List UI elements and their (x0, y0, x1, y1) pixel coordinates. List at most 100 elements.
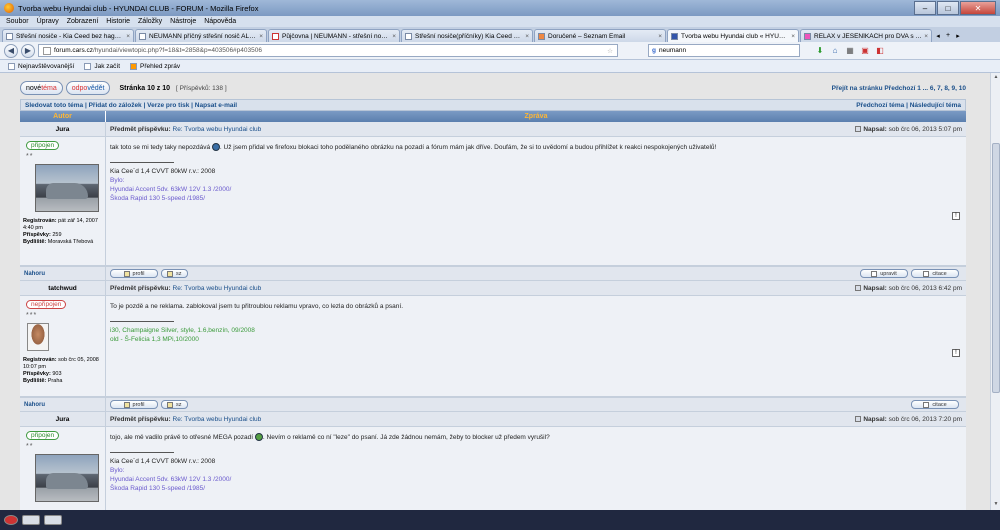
menu-napoveda[interactable]: Nápověda (204, 18, 236, 25)
author-column-header: Autor (20, 111, 106, 122)
signature: Kia Cee´d 1,4 CVVT 80kW r.v.: 2008 Bylo:… (110, 452, 962, 493)
edit-button[interactable]: upravit (860, 269, 908, 278)
topic-actions[interactable]: Sledovat toto téma | Přidat do záložek |… (25, 102, 237, 109)
post-date: Napsal: sob črc 06, 2013 5:07 pm (855, 126, 962, 133)
search-input[interactable]: g neumann (648, 44, 800, 57)
tab-scroll-right-icon[interactable]: ▸ (953, 29, 963, 42)
tab-close-icon[interactable]: × (392, 33, 396, 40)
post-count: [ Příspěvků: 138 ] (176, 84, 227, 92)
post-header: Předmět příspěvku: Re: Tvorba webu Hyund… (106, 281, 966, 296)
menu-nastroje[interactable]: Nástroje (170, 18, 196, 25)
pm-button[interactable]: sz (161, 400, 188, 409)
rss-icon (130, 62, 138, 70)
report-icon[interactable]: ! (952, 212, 960, 220)
browser-tab[interactable]: Doručené – Seznam Email × (534, 29, 666, 42)
download-icon[interactable]: ⬇ (814, 45, 826, 57)
tab-favicon-icon (671, 32, 678, 40)
author-details: Registrován: pát zář 14, 2007 4:40 pm Př… (23, 218, 98, 245)
forward-icon[interactable]: ▶ (21, 43, 35, 58)
pagination[interactable]: Přejít na stránku Předchozí 1 ... 6, 7, … (832, 85, 966, 92)
scrollbar-thumb[interactable] (992, 143, 1000, 393)
author-name[interactable]: Jura (20, 122, 105, 137)
scroll-down-icon[interactable]: ▼ (992, 501, 1000, 509)
page-scrollbar[interactable]: ▲ ▼ (990, 73, 1000, 510)
url-bar[interactable]: forum.cars.cz/hyundai/viewtopic.php?f=18… (38, 44, 618, 57)
post-header: Předmět příspěvku: Re: Tvorba webu Hyund… (106, 122, 966, 137)
menu-zalozky[interactable]: Záložky (138, 18, 162, 25)
browser-tab[interactable]: Střešní nosiče - Kia Ceed bez hagusů, ..… (2, 29, 134, 42)
maximize-button[interactable]: □ (937, 1, 959, 15)
bookmark-getting-started[interactable]: Jak začít (84, 62, 120, 70)
bookmark-news[interactable]: Přehled zpráv (130, 62, 180, 70)
menu-upravy[interactable]: Úpravy (37, 18, 59, 25)
browser-tab[interactable]: Půjčovna | NEUMANN - střešní nosič... × (268, 29, 400, 42)
post-subject-link[interactable]: Re: Tvorba webu Hyundai club (173, 285, 262, 292)
topic-navigation[interactable]: Předchozí téma | Následující téma (856, 102, 961, 109)
tab-favicon-icon (139, 32, 146, 40)
report-icon[interactable]: ! (952, 349, 960, 357)
browser-tab[interactable]: RELAX v JESENÍKÁCH pro DVA s free ... × (800, 29, 932, 42)
menu-zobrazeni[interactable]: Zobrazení (67, 18, 99, 25)
table-header: Autor Zpráva (20, 111, 966, 122)
tab-scroll-left-icon[interactable]: ◂ (933, 29, 943, 42)
search-engine-icon[interactable]: g (652, 47, 656, 54)
browser-tab[interactable]: Střešní nosiče(příčníky) Kia Ceed htb ..… (401, 29, 533, 42)
window-titlebar: Tvorba webu Hyundai club - HYUNDAI CLUB … (0, 0, 1000, 16)
back-icon[interactable]: ◀ (4, 43, 18, 58)
new-tab-icon[interactable]: + (943, 29, 953, 42)
post-subject-link[interactable]: Re: Tvorba webu Hyundai club (173, 126, 262, 133)
window-controls: – □ ✕ (913, 1, 996, 15)
post-body: Předmět příspěvku: Re: Tvorba webu Hyund… (106, 122, 966, 265)
post-author-panel: Jura připojen ** (20, 412, 106, 510)
rank-stars: ** (26, 153, 34, 160)
flag-uk-icon[interactable]: ▣ (859, 45, 871, 57)
tab-close-icon[interactable]: × (126, 33, 130, 40)
tab-close-icon[interactable]: × (525, 33, 529, 40)
profile-icon (123, 401, 130, 408)
addon-icon[interactable]: ▦ (844, 45, 856, 57)
menu-soubor[interactable]: Soubor (6, 18, 29, 25)
pm-icon (167, 401, 173, 408)
page-content: nové téma odpo vědět Stránka 10 z 10 [ Př… (0, 73, 990, 510)
tab-close-icon[interactable]: × (658, 33, 662, 40)
taskbar-item[interactable] (44, 515, 62, 525)
message-column-header: Zpráva (524, 113, 548, 120)
tab-close-icon[interactable]: × (924, 33, 928, 40)
menu-historie[interactable]: Historie (106, 18, 130, 25)
browser-tab[interactable]: NEUMANN příčný střešní nosič ALU ... × (135, 29, 267, 42)
author-name[interactable]: tatchwud (20, 281, 105, 296)
post-subject-link[interactable]: Re: Tvorba webu Hyundai club (173, 416, 262, 423)
scroll-up-icon[interactable]: ▲ (992, 74, 1000, 82)
home-icon[interactable]: ⌂ (829, 45, 841, 57)
close-button[interactable]: ✕ (960, 1, 996, 15)
quote-button[interactable]: citace (911, 269, 959, 278)
rank-stars: ** (26, 443, 34, 450)
author-name[interactable]: Jura (20, 412, 105, 427)
bookmark-star-icon[interactable]: ☆ (607, 47, 613, 55)
flag-cz-icon[interactable]: ◧ (874, 45, 886, 57)
profile-button[interactable]: profil (110, 400, 158, 409)
profile-button[interactable]: profil (110, 269, 158, 278)
search-value: neumann (658, 47, 687, 54)
reply-button[interactable]: odpo vědět (65, 81, 111, 95)
post-icon[interactable] (855, 416, 862, 422)
online-status-badge: připojen (26, 431, 60, 440)
top-link[interactable]: Nahoru (20, 266, 105, 280)
bookmark-most-visited[interactable]: Nejnavštěvovanější (8, 62, 74, 70)
site-identity-icon[interactable] (43, 46, 51, 55)
tab-close-icon[interactable]: × (259, 33, 263, 40)
quote-button[interactable]: citace (911, 400, 959, 409)
url-text: forum.cars.cz/hyundai/viewtopic.php?f=18… (54, 47, 262, 54)
tab-favicon-icon (538, 32, 545, 40)
minimize-button[interactable]: – (914, 1, 936, 15)
new-topic-button[interactable]: nové téma (20, 81, 63, 95)
post-icon[interactable] (855, 285, 862, 291)
addon-bar-icon[interactable] (4, 515, 18, 525)
browser-tab-active[interactable]: Tvorba webu Hyundai club « HYUND... × (667, 29, 799, 42)
top-link[interactable]: Nahoru (20, 397, 105, 411)
pm-button[interactable]: sz (161, 269, 188, 278)
tab-close-icon[interactable]: × (791, 33, 795, 40)
avatar (27, 323, 49, 351)
post-icon[interactable] (855, 126, 862, 132)
taskbar-item[interactable] (22, 515, 40, 525)
